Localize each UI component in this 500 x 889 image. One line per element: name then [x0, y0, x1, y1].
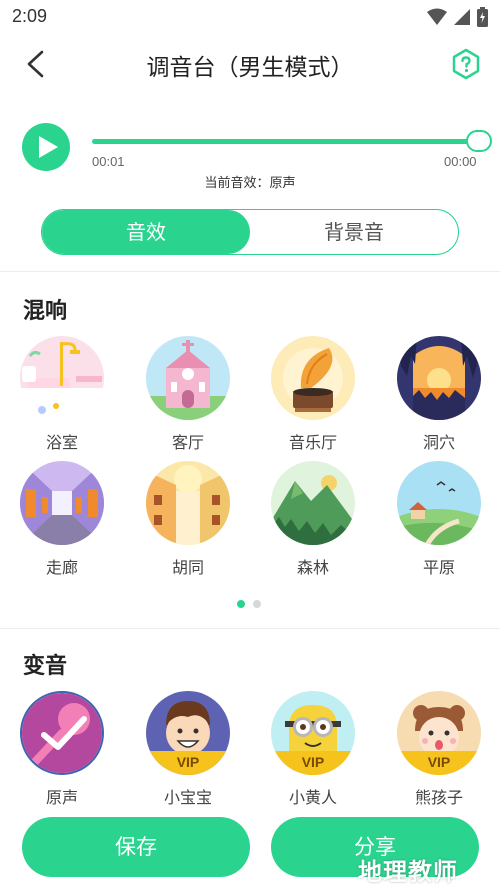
- reverb-item-living-room[interactable]: 客厅: [146, 336, 230, 453]
- reverb-item-label: 森林: [296, 558, 329, 577]
- baby-avatar-icon: VIP: [146, 691, 230, 775]
- vip-badge: VIP: [271, 751, 355, 775]
- voice-item-label: 熊孩子: [414, 788, 463, 807]
- corridor-scene-icon: [20, 461, 104, 545]
- microphone-check-icon: [20, 691, 104, 775]
- save-button[interactable]: 保存: [22, 817, 250, 877]
- voice-item-minion[interactable]: VIP 小黄人: [271, 691, 355, 808]
- page-title: 调音台（男生模式）: [146, 55, 354, 81]
- reverb-item-cave[interactable]: 洞穴: [397, 336, 481, 453]
- divider: [0, 628, 500, 629]
- elapsed-time: 00:01: [92, 154, 125, 169]
- page-indicator: [237, 600, 261, 608]
- minion-avatar-icon: VIP: [271, 691, 355, 775]
- reverb-item-bathroom[interactable]: 浴室: [20, 336, 104, 453]
- battery-icon: [477, 7, 488, 27]
- progress-thumb[interactable]: [466, 130, 492, 152]
- audio-player: 00:01 00:00 当前音效：原声: [0, 118, 500, 198]
- status-time: 2:09: [12, 6, 48, 26]
- total-time: 00:00: [444, 154, 477, 169]
- reverb-item-label: 走廊: [45, 558, 78, 577]
- vip-badge: VIP: [146, 751, 230, 775]
- voice-item-baby[interactable]: VIP 小宝宝: [146, 691, 230, 808]
- reverb-item-forest[interactable]: 森林: [271, 461, 355, 578]
- plain-scene-icon: [397, 461, 481, 545]
- reverb-item-concert-hall[interactable]: 音乐厅: [271, 336, 355, 453]
- play-button[interactable]: [22, 123, 70, 171]
- tab-sound-effect[interactable]: 音效: [42, 210, 250, 254]
- wifi-icon: [427, 8, 447, 25]
- voice-item-label: 小黄人: [288, 788, 337, 807]
- alley-scene-icon: [146, 461, 230, 545]
- reverb-item-corridor[interactable]: 走廊: [20, 461, 104, 578]
- reverb-item-label: 客厅: [171, 433, 204, 452]
- play-icon: [39, 136, 58, 158]
- voice-item-label: 原声: [45, 788, 78, 807]
- help-button[interactable]: [450, 48, 482, 80]
- top-bar: 调音台（男生模式）: [0, 38, 500, 90]
- page-dot: [253, 600, 261, 608]
- effect-tab-switcher: 音效 背景音: [41, 209, 459, 255]
- divider: [0, 271, 500, 272]
- reverb-section-title: 混响: [23, 299, 68, 324]
- church-scene-icon: [146, 336, 230, 420]
- forest-mountain-scene-icon: [271, 461, 355, 545]
- progress-track[interactable]: [92, 139, 478, 144]
- reverb-item-label: 胡同: [171, 558, 204, 577]
- status-icons: [427, 7, 488, 27]
- current-effect-label: 当前音效：原声: [204, 176, 296, 191]
- help-hexagon-icon: [452, 48, 480, 80]
- cave-scene-icon: [397, 336, 481, 420]
- bathroom-scene-icon: [20, 336, 104, 420]
- reverb-item-label: 平原: [422, 558, 455, 577]
- reverb-item-label: 洞穴: [422, 433, 455, 452]
- reverb-item-alley[interactable]: 胡同: [146, 461, 230, 578]
- gramophone-scene-icon: [271, 336, 355, 420]
- tab-background-music[interactable]: 背景音: [250, 210, 458, 254]
- signal-icon: [454, 9, 470, 25]
- reverb-item-plain[interactable]: 平原: [397, 461, 481, 578]
- voice-item-original[interactable]: 原声: [20, 691, 104, 808]
- vip-badge: VIP: [397, 751, 481, 775]
- reverb-item-label: 浴室: [45, 433, 78, 452]
- bear-kid-avatar-icon: VIP: [397, 691, 481, 775]
- status-bar: 2:09: [0, 0, 500, 34]
- voice-item-label: 小宝宝: [163, 788, 212, 807]
- reverb-item-label: 音乐厅: [288, 433, 337, 452]
- page-dot-active: [237, 600, 245, 608]
- voice-item-bear-kid[interactable]: VIP 熊孩子: [397, 691, 481, 808]
- watermark-text: 地理教师: [358, 858, 458, 886]
- voice-change-section-title: 变音: [23, 654, 68, 679]
